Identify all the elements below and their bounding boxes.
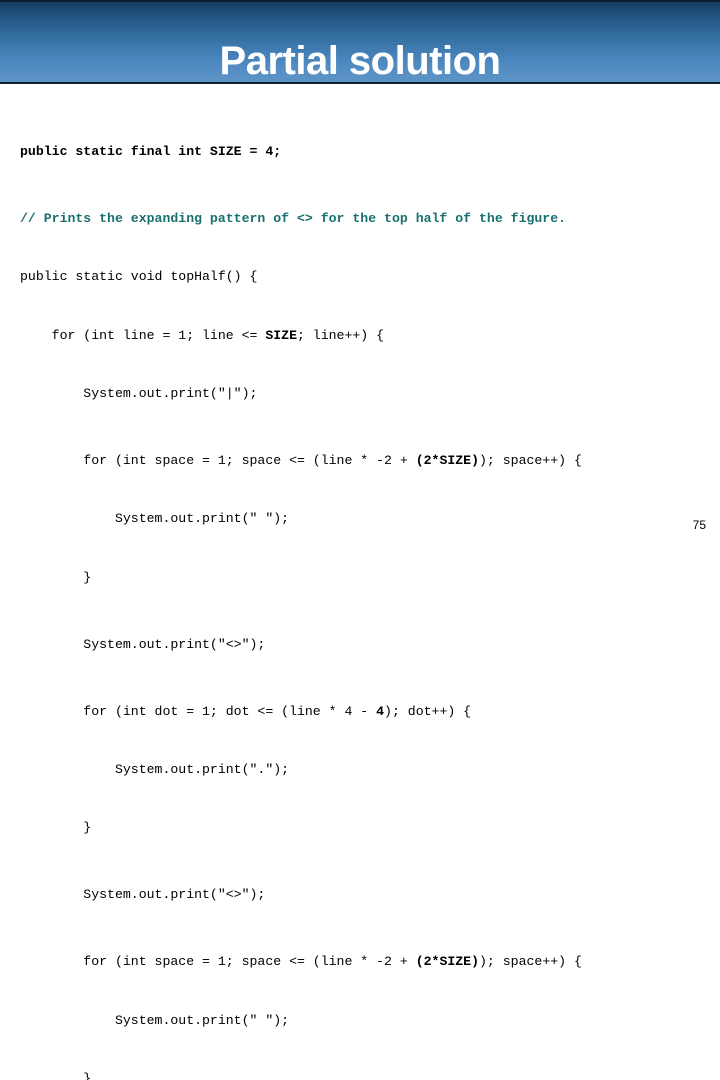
code-line: }	[20, 820, 710, 836]
code-token: for (int dot = 1; dot <= (line * 4 -	[20, 703, 377, 719]
code-token: System.out.print(" ");	[20, 1012, 290, 1028]
code-token-declaration: public static final int SIZE = 4;	[20, 143, 282, 159]
code-token: System.out.print(".");	[20, 761, 290, 777]
code-line: for (int space = 1; space <= (line * -2 …	[20, 452, 710, 469]
page-title: Partial solution	[219, 39, 501, 83]
code-line: for (int space = 1; space <= (line * -2 …	[20, 954, 710, 970]
code-line-comment: // Prints the expanding pattern of <> fo…	[20, 210, 710, 227]
code-line: System.out.print(" ");	[20, 1012, 710, 1029]
code-token: System.out.print("|");	[20, 385, 258, 401]
code-line: System.out.print("|");	[20, 385, 710, 402]
slide-title-banner: Partial solution	[0, 0, 720, 84]
code-token-emphasis: SIZE	[265, 327, 297, 343]
code-line: System.out.print(".");	[20, 761, 710, 778]
slide-canvas: Partial solution public static final int…	[0, 0, 720, 1080]
code-token-brace: }	[20, 569, 92, 585]
code-token: ); space++) {	[479, 452, 582, 468]
code-token-method-signature: public static void topHalf() {	[20, 269, 258, 285]
code-token-brace: }	[20, 820, 92, 836]
slide-page-number: 75	[692, 518, 706, 532]
code-line: System.out.print("<>");	[20, 636, 710, 653]
code-token: for (int line = 1; line <=	[20, 327, 266, 343]
code-token: ); dot++) {	[384, 703, 472, 719]
code-token: ; line++) {	[296, 327, 385, 343]
code-token-brace: }	[20, 1070, 92, 1080]
code-line: System.out.print("<>");	[20, 887, 710, 903]
code-token-emphasis: (2*SIZE)	[415, 954, 480, 970]
code-line: for (int dot = 1; dot <= (line * 4 - 4);…	[20, 703, 710, 720]
code-line: public static final int SIZE = 4;	[20, 143, 710, 160]
code-token: for (int space = 1; space <= (line * -2 …	[20, 954, 416, 970]
code-line: public static void topHalf() {	[20, 269, 710, 285]
code-token: System.out.print(" ");	[20, 511, 290, 527]
code-token-emphasis: (2*SIZE)	[415, 452, 480, 468]
code-line: for (int line = 1; line <= SIZE; line++)…	[20, 327, 710, 344]
code-line: }	[20, 569, 710, 586]
code-line: System.out.print(" ");	[20, 511, 710, 527]
code-token: System.out.print("<>");	[20, 636, 266, 652]
code-token: System.out.print("<>");	[20, 887, 266, 903]
code-token: ); space++) {	[479, 954, 582, 970]
code-token-emphasis: 4	[376, 703, 385, 719]
code-listing: public static final int SIZE = 4; // Pri…	[20, 101, 710, 1080]
code-line: }	[20, 1070, 710, 1080]
code-token: for (int space = 1; space <= (line * -2 …	[20, 452, 416, 468]
code-token-comment: // Prints the expanding pattern of <> fo…	[20, 210, 567, 226]
